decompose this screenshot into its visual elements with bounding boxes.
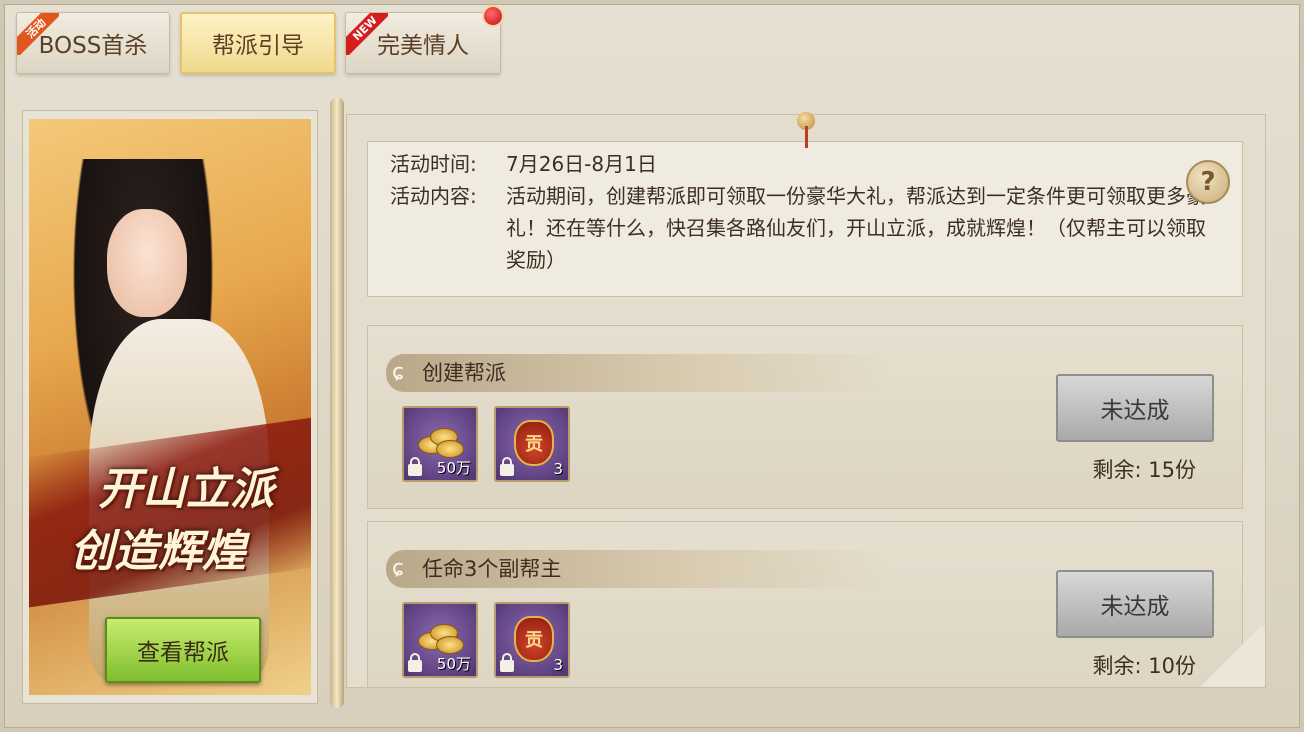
- slogan-line-2: 创造辉煌: [70, 526, 246, 577]
- task-card: ɕ 任命3个副帮主 50万 贡 3 未达成 剩余: 10份: [367, 521, 1243, 687]
- activity-ribbon: 活动: [17, 13, 59, 55]
- event-info-box: 活动时间: 7月26日-8月1日 活动内容: 活动期间，创建帮派即可领取一份豪华…: [367, 141, 1243, 297]
- task-title: 任命3个副帮主: [422, 557, 562, 581]
- lock-icon: [408, 457, 422, 476]
- cloud-swirl-icon: ɕ: [392, 556, 405, 581]
- gold-coins-icon: [418, 426, 464, 458]
- new-ribbon: NEW: [346, 13, 388, 55]
- notification-dot-icon: [482, 5, 504, 27]
- task-title: 创建帮派: [422, 361, 506, 385]
- lock-icon: [500, 653, 514, 672]
- cloud-swirl-icon: ɕ: [392, 360, 405, 385]
- pin-tassel: [805, 126, 808, 148]
- reward-item-contribution[interactable]: 贡 3: [494, 602, 570, 678]
- tab-boss-first-kill[interactable]: 活动 BOSS首杀: [16, 12, 170, 74]
- contribution-bag-icon: 贡: [514, 616, 554, 662]
- reward-item-gold[interactable]: 50万: [402, 602, 478, 678]
- event-banner-image: 开山立派 创造辉煌 查看帮派: [29, 119, 311, 695]
- lock-icon: [408, 653, 422, 672]
- task-title-bar: ɕ 创建帮派: [386, 354, 886, 392]
- character-face: [107, 209, 187, 317]
- reward-item-gold[interactable]: 50万: [402, 406, 478, 482]
- help-icon[interactable]: ?: [1186, 160, 1230, 204]
- contribution-bag-icon: 贡: [514, 420, 554, 466]
- tab-guild-guide[interactable]: 帮派引导: [180, 12, 336, 74]
- tab-label: 帮派引导: [212, 33, 304, 59]
- event-time-value: 7月26日-8月1日: [506, 152, 657, 176]
- page-curl: [1195, 627, 1265, 687]
- event-time-row: 活动时间: 7月26日-8月1日: [390, 148, 1210, 180]
- banner-frame: 开山立派 创造辉煌 查看帮派: [22, 110, 318, 704]
- reward-qty: 50万: [436, 655, 471, 673]
- remaining-count: 剩余: 15份: [1092, 458, 1196, 482]
- claim-status-button[interactable]: 未达成: [1056, 570, 1214, 638]
- task-title-bar: ɕ 任命3个副帮主: [386, 550, 886, 588]
- view-guild-button[interactable]: 查看帮派: [105, 617, 261, 683]
- tab-perfect-lover[interactable]: NEW 完美情人: [345, 5, 504, 74]
- claim-status-button[interactable]: 未达成: [1056, 374, 1214, 442]
- reward-qty: 50万: [436, 459, 471, 477]
- event-content-text: 活动期间，创建帮派即可领取一份豪华大礼，帮派达到一定条件更可领取更多豪礼！还在等…: [506, 184, 1206, 272]
- event-content-row: 活动内容: 活动期间，创建帮派即可领取一份豪华大礼，帮派达到一定条件更可领取更多…: [390, 180, 1210, 290]
- tab-label: 完美情人: [377, 33, 469, 59]
- event-content-label: 活动内容:: [390, 184, 477, 208]
- reward-qty: 3: [553, 460, 563, 478]
- lock-icon: [500, 457, 514, 476]
- event-panel: 活动时间: 7月26日-8月1日 活动内容: 活动期间，创建帮派即可领取一份豪华…: [346, 114, 1266, 688]
- slogan-line-1: 开山立派: [98, 464, 274, 515]
- remaining-count: 剩余: 10份: [1092, 654, 1196, 678]
- gold-coins-icon: [418, 622, 464, 654]
- event-time-label: 活动时间:: [390, 152, 477, 176]
- reward-qty: 3: [553, 656, 563, 674]
- scroll-rod: [330, 98, 344, 708]
- task-card: ɕ 创建帮派 50万 贡 3 未达成 剩余: 15份: [367, 325, 1243, 509]
- reward-item-contribution[interactable]: 贡 3: [494, 406, 570, 482]
